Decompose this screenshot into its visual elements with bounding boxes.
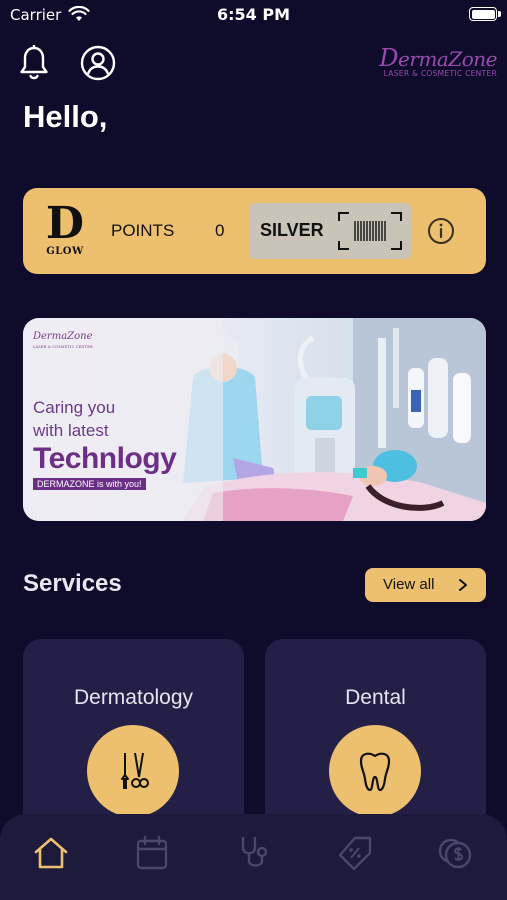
- offer-tag-icon: [338, 836, 372, 871]
- promo-banner[interactable]: DermaZone LASER & COSMETIC CENTER Caring…: [23, 318, 486, 521]
- home-icon: [34, 837, 68, 869]
- service-icon-circle: [329, 725, 421, 817]
- surgical-tools-icon: [121, 752, 149, 789]
- tab-wallet[interactable]: [437, 834, 475, 872]
- services-title: Services: [23, 570, 122, 597]
- banner-logo: DermaZone LASER & COSMETIC CENTER: [33, 331, 93, 350]
- view-all-button[interactable]: View all: [365, 568, 486, 602]
- brand-logo: DermaZone LASER & COSMETIC CENTER: [379, 44, 497, 78]
- banner-tag: DERMAZONE is with you!: [33, 478, 146, 490]
- barcode-icon[interactable]: [337, 211, 403, 251]
- tab-home[interactable]: [32, 834, 70, 872]
- banner-line1: Caring you: [33, 398, 116, 417]
- tier-badge[interactable]: SILVER: [249, 203, 411, 259]
- tier-label: SILVER: [260, 220, 324, 240]
- banner-headline: Technlogy: [33, 442, 177, 475]
- clock: 6:54 PM: [216, 5, 290, 24]
- banner-line2: with latest: [33, 421, 109, 440]
- stethoscope-icon: [241, 836, 268, 867]
- loyalty-points-card[interactable]: D GLOW POINTS 0 SILVER: [23, 188, 486, 274]
- tab-calendar[interactable]: [133, 834, 171, 872]
- battery-icon: [469, 7, 501, 21]
- calendar-icon: [136, 835, 168, 870]
- bell-icon[interactable]: [18, 45, 50, 81]
- chevron-right-icon: [459, 579, 467, 591]
- points-label: POINTS: [111, 221, 175, 240]
- user-icon[interactable]: [80, 45, 116, 81]
- tooth-icon: [359, 752, 391, 792]
- service-icon-circle: [87, 725, 179, 817]
- glow-logo: D GLOW: [45, 198, 85, 258]
- tab-doctor[interactable]: [235, 834, 273, 872]
- greeting: Hello,: [23, 99, 108, 134]
- service-label: Dental: [345, 686, 406, 709]
- status-bar: Carrier 6:54 PM: [0, 0, 507, 30]
- tab-bar: [0, 814, 507, 900]
- info-icon[interactable]: [427, 217, 455, 245]
- view-all-label: View all: [383, 576, 435, 593]
- points-value: 0: [215, 221, 225, 240]
- coins-icon: [438, 838, 472, 869]
- service-label: Dermatology: [73, 686, 194, 709]
- tab-offers[interactable]: [337, 834, 375, 872]
